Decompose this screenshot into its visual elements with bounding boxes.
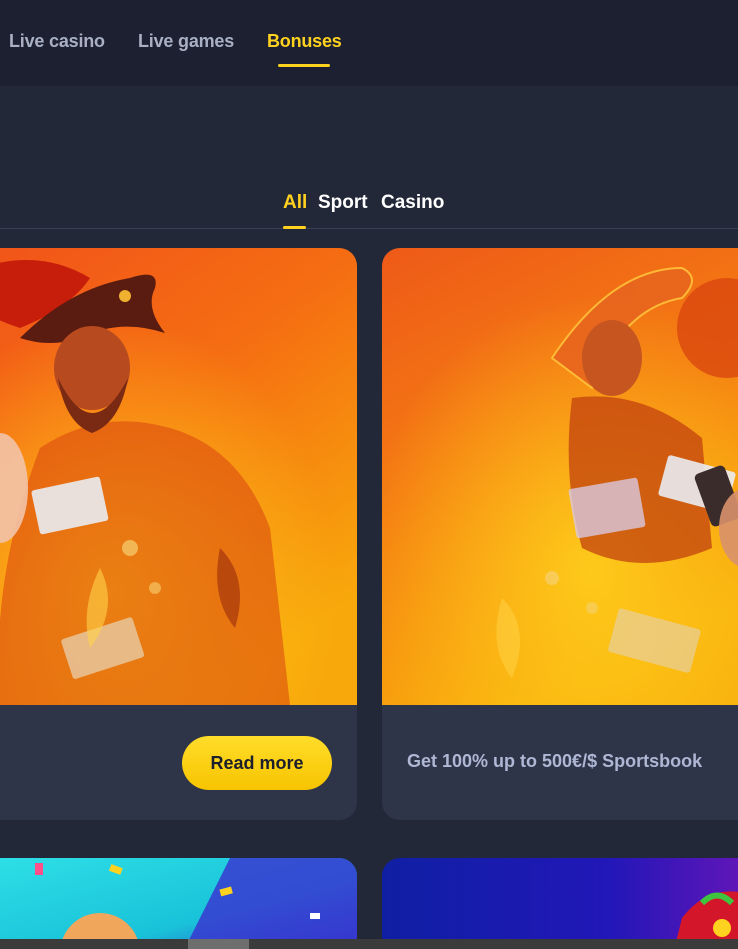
bonus-filter-tabs: All Sport Casino <box>0 180 738 230</box>
tab-all[interactable]: All <box>283 192 307 214</box>
top-navigation: Live casino Live games Bonuses <box>0 0 738 86</box>
tab-sport[interactable]: Sport <box>318 192 368 214</box>
nav-active-indicator <box>278 64 330 67</box>
filter-active-indicator <box>283 226 306 229</box>
confetti-illustration <box>0 858 357 949</box>
horizontal-scrollbar[interactable] <box>0 939 738 949</box>
promo-text: Get 100% up to 500€/$ Sportsbook <box>407 751 703 771</box>
athlete-illustration <box>382 248 738 705</box>
tab-casino[interactable]: Casino <box>381 192 444 214</box>
nav-live-games[interactable]: Live games <box>138 31 234 52</box>
nav-bonuses[interactable]: Bonuses <box>267 31 342 52</box>
bonus-card-sportsbook[interactable]: Get 100% up to 500€/$ Sportsbook <box>382 248 738 820</box>
card-footer: Read more <box>0 705 357 820</box>
nav-live-casino[interactable]: Live casino <box>9 31 105 52</box>
bonus-card-lower-left[interactable] <box>0 858 357 949</box>
card-footer: Get 100% up to 500€/$ Sportsbook <box>382 705 738 820</box>
bonus-card-lower-right[interactable] <box>382 858 738 949</box>
fruit-slot-illustration <box>382 858 738 949</box>
read-more-button[interactable]: Read more <box>182 736 332 790</box>
bonus-card-pirate[interactable]: Read more <box>0 248 357 820</box>
pirate-illustration <box>0 248 357 705</box>
filter-divider <box>0 228 738 229</box>
scrollbar-thumb[interactable] <box>188 939 249 949</box>
